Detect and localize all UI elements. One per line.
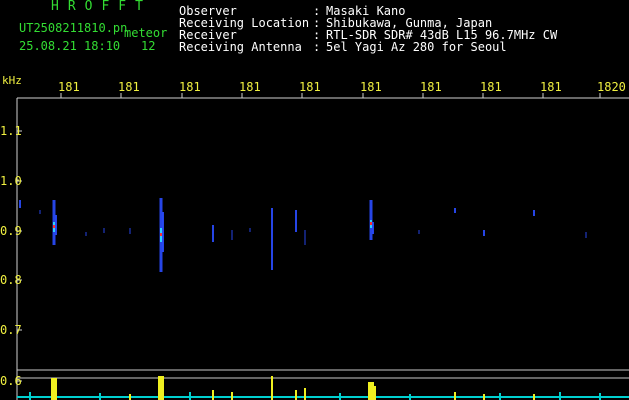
level-peak — [370, 386, 376, 400]
signal-streak — [418, 230, 420, 234]
file-name: UT2508211810.pn — [19, 21, 128, 35]
signal-streak — [39, 210, 41, 214]
signal-streak — [249, 228, 251, 232]
x-tick-label: 181 — [239, 80, 261, 94]
meteor-count: 12 — [141, 39, 156, 53]
level-noise — [339, 393, 341, 400]
level-peak-minor — [295, 390, 297, 400]
level-noise — [499, 393, 501, 400]
level-peak-minor — [483, 394, 485, 400]
signal-streak — [55, 215, 57, 235]
y-tick-label: 0.8 — [0, 273, 22, 287]
level-peak-minor — [129, 394, 131, 400]
signal-streak — [103, 228, 105, 233]
signal-hot — [370, 222, 372, 225]
level-peak-minor — [454, 392, 456, 400]
signal-hot — [160, 233, 162, 236]
y-tick-label: 1.0 — [0, 174, 22, 188]
level-peak-minor — [231, 392, 233, 400]
app-brand: HROFFT — [51, 0, 152, 14]
file-suffix: meteor — [124, 26, 168, 40]
meta-value-antenna: 5el Yagi Az 280 for Seoul — [326, 40, 507, 54]
signal-streak — [585, 232, 587, 238]
x-tick-label: 181 — [480, 80, 502, 94]
signal-streak — [304, 230, 306, 245]
x-tick-label: 1820 — [597, 80, 626, 94]
level-noise — [99, 393, 101, 400]
signal-streak — [372, 222, 374, 234]
level-peak-minor — [533, 394, 535, 400]
y-axis-unit: kHz — [2, 74, 22, 87]
x-tick-label: 181 — [299, 80, 321, 94]
signal-streak — [483, 230, 485, 236]
signal-streak — [295, 210, 297, 232]
level-noise — [409, 394, 411, 400]
x-tick-label: 181 — [58, 80, 80, 94]
level-noise — [189, 392, 191, 400]
level-peak-minor — [304, 388, 306, 400]
x-tick-label: 181 — [118, 80, 140, 94]
signal-hot — [53, 225, 55, 228]
signal-streak — [212, 225, 214, 242]
signal-streak — [85, 232, 87, 236]
x-tick-label: 181 — [179, 80, 201, 94]
signal-streak — [129, 228, 131, 234]
level-noise — [559, 392, 561, 400]
level-peak-minor — [212, 390, 214, 400]
signal-streak — [162, 212, 164, 252]
signal-streak — [231, 230, 233, 240]
y-tick-label: 1.1 — [0, 124, 22, 138]
x-tick-label: 181 — [360, 80, 382, 94]
signal-streak — [271, 208, 273, 270]
spectrogram-plot — [16, 93, 629, 400]
x-tick-label: 181 — [540, 80, 562, 94]
y-tick-label: 0.7 — [0, 323, 22, 337]
x-tick-label: 181 — [420, 80, 442, 94]
signal-streak — [454, 208, 456, 213]
meta-label-antenna: Receiving Antenna — [179, 40, 302, 54]
level-peak — [51, 378, 57, 400]
level-peak — [158, 376, 164, 400]
meta-colon: : — [313, 40, 321, 54]
level-noise — [599, 393, 601, 400]
y-tick-label: 0.6 — [0, 374, 22, 388]
signal-streak — [533, 210, 535, 216]
level-peak-minor — [271, 376, 273, 400]
level-noise — [29, 392, 31, 400]
timestamp: 25.08.21 18:10 — [19, 39, 121, 53]
signal-streak — [19, 200, 21, 208]
y-tick-label: 0.9 — [0, 224, 22, 238]
